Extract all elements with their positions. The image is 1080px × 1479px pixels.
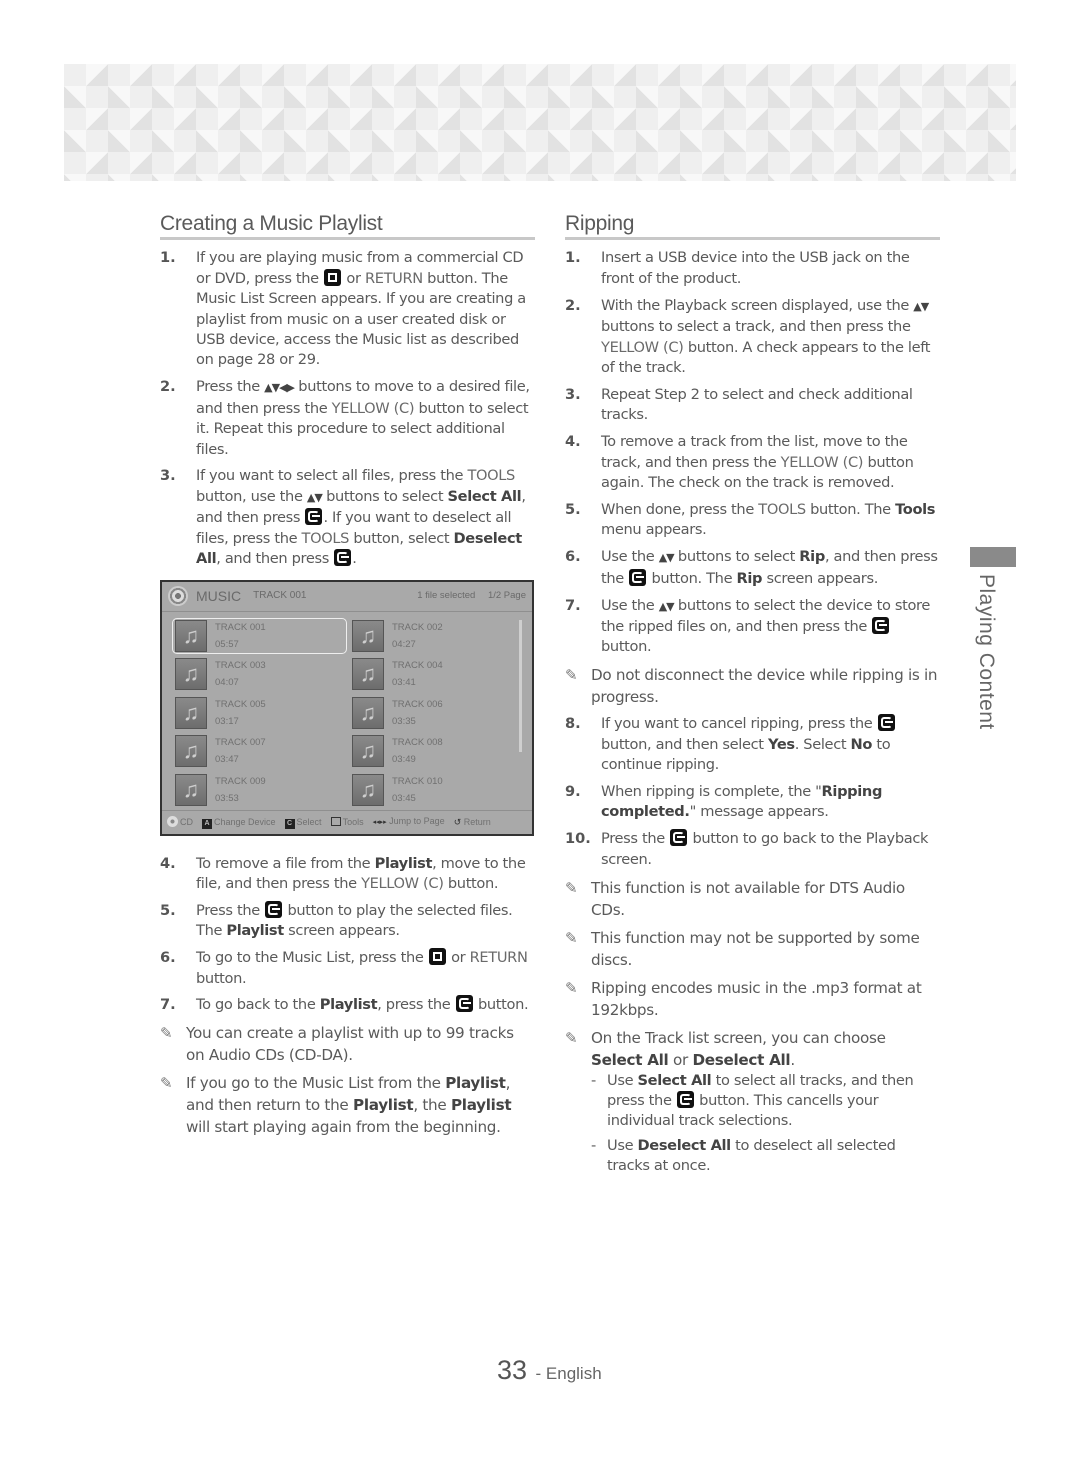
arrow-keys-icon: ▲▼ <box>658 599 675 613</box>
language-label: English <box>545 1364 602 1383</box>
ripping-note-1: ✎ Do not disconnect the device while rip… <box>565 666 938 707</box>
music-note-icon: ♫ <box>175 735 207 768</box>
playlist-step-2: 2. Press the ▲▼◀▶ buttons to move to a d… <box>160 378 530 458</box>
ripping-note-3: ✎ This function may not be supported by … <box>565 928 920 969</box>
ripping-step-9: 9. When ripping is complete, the "Rippin… <box>565 782 883 821</box>
page-indicator: 1/2 Page <box>487 589 526 601</box>
music-note-icon: ♫ <box>175 619 207 652</box>
a-key-icon: A <box>202 818 212 829</box>
music-note-icon: ♫ <box>352 658 384 691</box>
ripping-note-2: ✎ This function is not available for DTS… <box>565 878 905 919</box>
track-grid: ♫ TRACK 001 05:57 ♫ TRACK 002 04:27 ♫ TRACK 0… <box>162 612 532 809</box>
pencil-note-icon: ✎ <box>565 978 578 997</box>
ripping-subnote-2: - Use Deselect All to deselect all selec… <box>591 1136 896 1175</box>
ripping-note-5: ✎ On the Track list screen, you can choo… <box>565 1028 886 1069</box>
ripping-step-3: 3. Repeat Step 2 to select and check add… <box>565 385 913 424</box>
pencil-note-icon: ✎ <box>565 1028 578 1047</box>
music-note-icon: ♫ <box>175 658 207 691</box>
track-tile[interactable]: ♫ TRACK 002 04:27 <box>349 618 524 655</box>
music-note-icon: ♫ <box>175 696 207 729</box>
track-tile[interactable]: ♫ TRACK 007 03:47 <box>172 733 347 770</box>
enter-button-icon <box>455 995 473 1013</box>
playlist-step-3: 3. If you want to select all files, pres… <box>160 467 526 568</box>
scrollbar[interactable] <box>519 619 522 752</box>
music-note-icon: ♫ <box>352 735 384 768</box>
music-note-icon: ♫ <box>352 696 384 729</box>
music-list-screenshot: MUSIC TRACK 001 1 file selected 1/2 Page… <box>160 579 534 836</box>
pencil-note-icon: ✎ <box>160 1024 173 1043</box>
arrow-keys-icon: ▲▼ <box>913 299 929 313</box>
playlist-step-4: 4. To remove a file from the Playlist, m… <box>160 854 526 892</box>
enter-button-icon <box>334 549 352 567</box>
ripping-step-4: 4. To remove a track from the list, move… <box>565 433 914 491</box>
pencil-note-icon: ✎ <box>565 878 578 897</box>
return-icon: ↺ <box>453 816 462 827</box>
enter-button-icon <box>670 829 688 847</box>
enter-button-icon <box>877 714 895 732</box>
page-number: 33 <box>497 1355 528 1385</box>
playlist-section: Creating a Music Playlist 1. If you are … <box>160 213 535 1144</box>
ripping-step-10: 10. Press the button to go back to the P… <box>565 829 929 868</box>
arrow-keys-icon: ▲▼◀▶ <box>264 381 295 395</box>
music-heading: MUSIC <box>196 587 242 604</box>
playlist-note-1: ✎ You can create a playlist with up to 9… <box>160 1024 514 1065</box>
side-tab-label: Playing Content <box>975 574 998 730</box>
enter-button-icon <box>676 1090 694 1108</box>
playlist-step-6: 6. To go to the Music List, press the or… <box>160 948 528 987</box>
track-tile[interactable]: ♫ TRACK 004 03:41 <box>349 656 524 693</box>
section-title-ripping: Ripping <box>565 213 940 241</box>
music-screen-footer: CD A Change Device C Select Tools ◂◂▸▸ Jum… <box>162 809 532 834</box>
ripping-section: Ripping 1. Insert a USB device into the … <box>565 213 940 1181</box>
track-tile[interactable]: ♫ TRACK 001 05:57 <box>172 617 347 654</box>
arrow-keys-icon: ▲▼ <box>658 551 675 565</box>
music-note-icon: ♫ <box>175 773 207 806</box>
page-footer: 33 - English <box>497 1355 602 1385</box>
tools-icon <box>330 816 341 826</box>
playlist-step-5: 5. Press the button to play the selected… <box>160 900 513 940</box>
arrow-keys-icon: ▲▼ <box>306 490 323 504</box>
ripping-step-6: 6. Use the ▲▼ buttons to select Rip, and… <box>565 548 938 587</box>
side-tab-marker <box>970 547 1016 567</box>
music-note-icon: ♫ <box>352 773 384 806</box>
selected-count: 1 file selected <box>417 589 476 601</box>
music-screen-header: MUSIC TRACK 001 1 file selected 1/2 Page <box>162 582 532 612</box>
pencil-note-icon: ✎ <box>160 1074 173 1093</box>
enter-button-icon <box>305 508 323 526</box>
music-note-icon: ♫ <box>352 619 384 652</box>
playlist-step-7: 7. To go back to the Playlist, press the… <box>160 995 529 1014</box>
track-tile[interactable]: ♫ TRACK 010 03:45 <box>349 772 524 809</box>
jump-icon: ◂◂▸▸ <box>372 818 387 826</box>
disc-icon <box>168 586 188 606</box>
ripping-subnote-1: - Use Select All to select all tracks, a… <box>591 1071 914 1130</box>
c-key-icon: C <box>284 818 295 829</box>
ripping-step-7: 7. Use the ▲▼ buttons to select the devi… <box>565 596 931 656</box>
header-banner <box>64 64 1016 181</box>
step-number: 1. <box>160 249 176 267</box>
track-tile[interactable]: ♫ TRACK 005 03:17 <box>172 695 347 732</box>
stop-button-icon <box>324 268 342 286</box>
track-tile[interactable]: ♫ TRACK 003 04:07 <box>172 656 347 693</box>
track-tile[interactable]: ♫ TRACK 009 03:53 <box>172 772 347 809</box>
playlist-note-2: ✎ If you go to the Music List from the P… <box>160 1074 512 1137</box>
stop-button-icon <box>428 948 446 966</box>
enter-button-icon <box>629 568 647 586</box>
current-track: TRACK 001 <box>253 589 307 601</box>
pencil-note-icon: ✎ <box>565 928 578 947</box>
track-tile[interactable]: ♫ TRACK 008 03:49 <box>349 733 524 770</box>
ripping-step-2: 2. With the Playback screen displayed, u… <box>565 296 931 376</box>
ripping-note-4: ✎ Ripping encodes music in the .mp3 form… <box>565 978 922 1019</box>
section-title-playlist: Creating a Music Playlist <box>160 213 535 241</box>
ripping-step-1: 1. Insert a USB device into the USB jack… <box>565 249 910 287</box>
cd-icon <box>167 815 178 827</box>
enter-button-icon <box>265 900 283 918</box>
ripping-step-5: 5. When done, press the TOOLS button. Th… <box>565 500 936 539</box>
ripping-step-8: 8. If you want to cancel ripping, press … <box>565 714 940 775</box>
pencil-note-icon: ✎ <box>565 666 578 685</box>
track-tile[interactable]: ♫ TRACK 006 03:35 <box>349 695 524 732</box>
enter-button-icon <box>872 616 890 634</box>
playlist-step-1: 1. If you are playing music from a comme… <box>160 248 535 370</box>
